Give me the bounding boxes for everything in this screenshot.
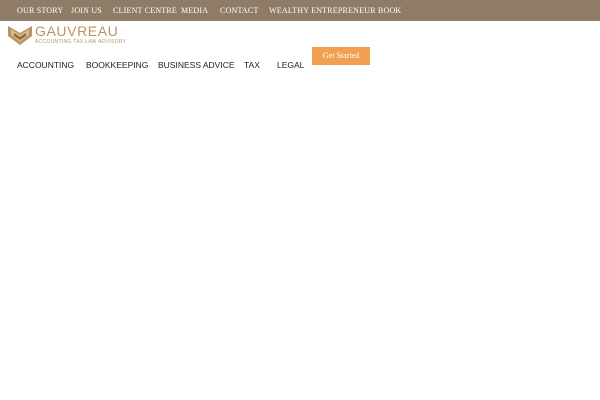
nav-accounting[interactable]: ACCOUNTING — [17, 59, 74, 71]
nav-bookkeeping[interactable]: BOOKKEEPING — [86, 59, 148, 71]
top-nav-our-story[interactable]: OUR STORY — [17, 0, 63, 21]
nav-business-advice[interactable]: BUSINESS ADVICE — [158, 59, 235, 71]
nav-legal[interactable]: LEGAL — [277, 59, 304, 71]
get-started-button[interactable]: Get Started — [312, 47, 370, 65]
gauvreau-logo-icon — [8, 26, 32, 45]
logo-link[interactable]: GAUVREAU ACCOUNTING TAX LAW ADVISORY — [8, 24, 138, 46]
top-nav-client-centre[interactable]: CLIENT CENTRE — [113, 0, 177, 21]
top-bar: OUR STORY JOIN US CLIENT CENTRE MEDIA CO… — [0, 0, 600, 21]
logo-wordmark: GAUVREAU — [35, 23, 119, 39]
top-nav-join-us[interactable]: JOIN US — [71, 0, 102, 21]
logo-tagline: ACCOUNTING TAX LAW ADVISORY — [35, 39, 127, 45]
nav-tax[interactable]: TAX — [244, 59, 260, 71]
top-nav-wealthy-entrepreneur-book[interactable]: WEALTHY ENTREPRENEUR BOOK — [269, 0, 401, 21]
top-nav-contact[interactable]: CONTACT — [220, 0, 259, 21]
top-nav-media[interactable]: MEDIA — [181, 0, 208, 21]
